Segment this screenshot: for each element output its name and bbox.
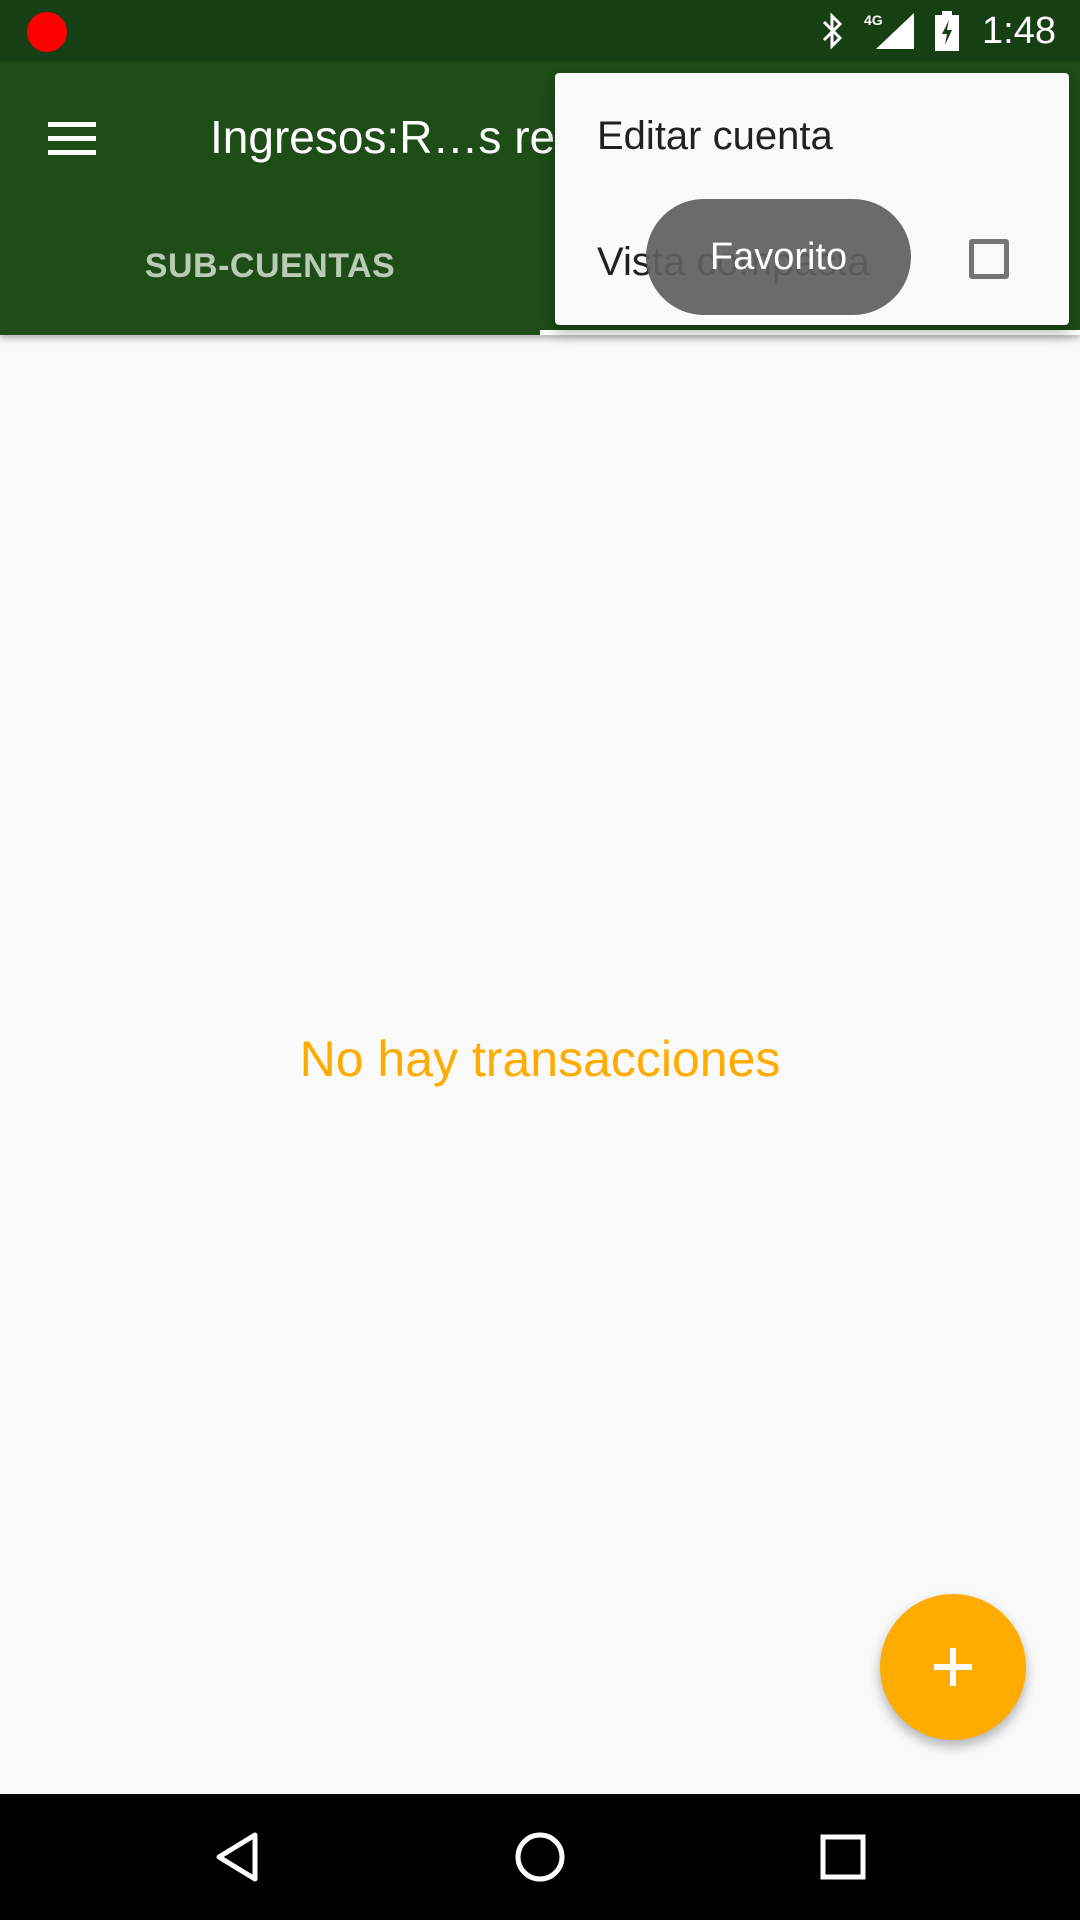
screen: 4G 1:48 Ingresos:R…s rec SUB-CUENTAS No … [0,0,1080,1920]
bluetooth-icon [820,12,846,50]
status-time: 1:48 [982,9,1056,52]
back-icon[interactable] [202,1822,272,1892]
menu-item-edit-account[interactable]: Editar cuenta [555,73,1069,199]
recording-indicator-icon [27,12,67,52]
tab-indicator [540,330,1080,335]
signal-4g-icon: 4G [864,11,916,51]
add-transaction-button[interactable] [880,1594,1026,1740]
navigation-bar [0,1794,1080,1920]
status-icons: 4G 1:48 [820,0,1056,62]
recents-icon[interactable] [808,1822,878,1892]
page-title: Ingresos:R…s rec [210,111,579,163]
hamburger-menu-icon[interactable] [44,114,104,164]
battery-charging-icon [934,11,960,51]
favorite-tooltip: Favorito [646,199,911,315]
svg-text:4G: 4G [864,12,883,28]
home-icon[interactable] [505,1822,575,1892]
menu-item-label: Editar cuenta [597,113,833,158]
status-bar: 4G 1:48 [0,0,1080,62]
empty-state-message: No hay transacciones [299,1031,781,1087]
tab-sub-cuentas[interactable]: SUB-CUENTAS [0,247,540,335]
compact-view-checkbox[interactable] [969,239,1009,279]
plus-icon [934,1648,972,1686]
